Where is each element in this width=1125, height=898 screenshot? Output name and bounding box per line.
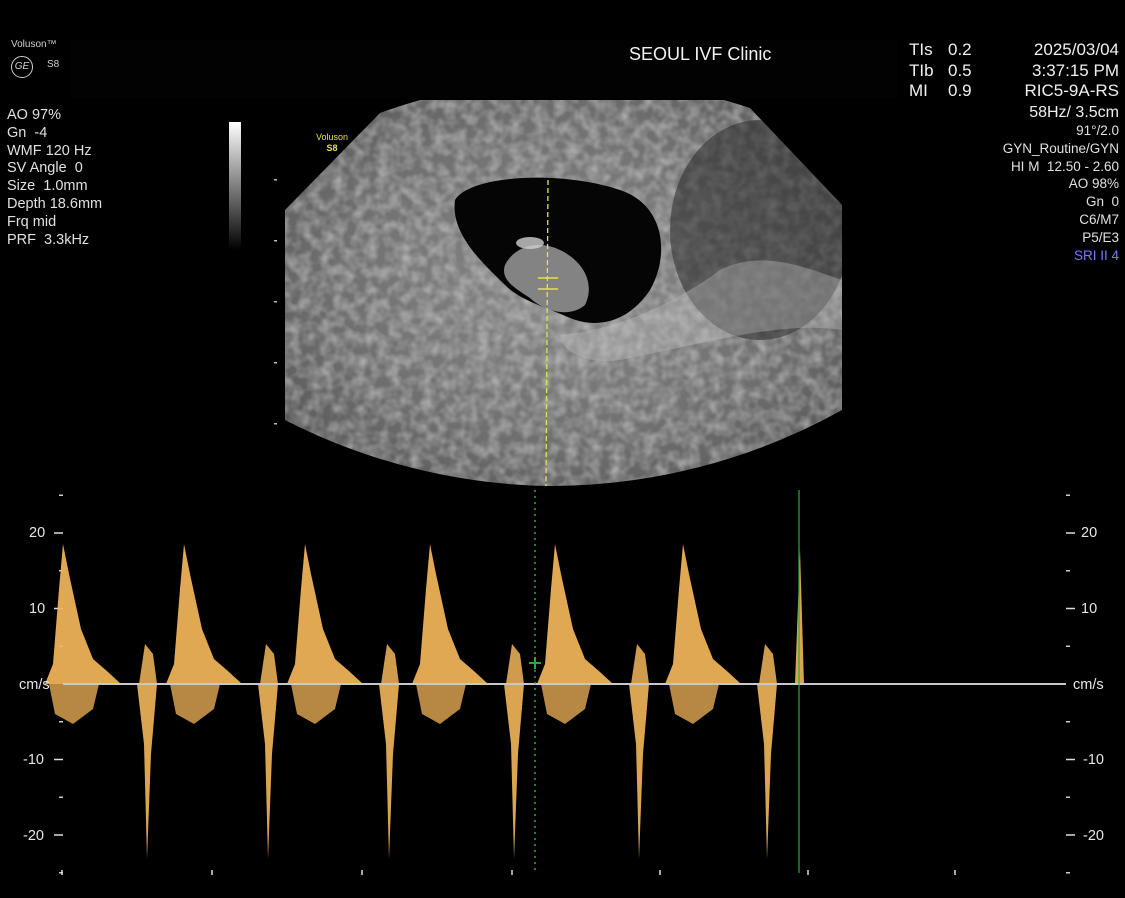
spectrum-negative-lobe: [49, 684, 99, 724]
spectrum-negative-lobe: [170, 684, 220, 724]
scale-right-minus20: -20: [1083, 828, 1104, 844]
image-brand-label: Voluson S8: [314, 132, 350, 154]
spectrum-systolic-peak: [537, 544, 613, 684]
grayscale-bar: [229, 122, 241, 250]
spectrum-reversal-spike: [379, 684, 399, 859]
scale-left-10: 10: [29, 601, 46, 617]
scale-left-minus10: -10: [23, 752, 44, 768]
spectrum-small-peak: [506, 644, 524, 684]
spectrum-systolic-peak: [45, 544, 121, 684]
depth-ticks: [274, 179, 277, 425]
spectrum-negative-lobe: [291, 684, 341, 724]
spectrum-negative-lobe: [669, 684, 719, 724]
scale-right-minus10: -10: [1083, 752, 1104, 768]
spectrum-systolic-peak: [166, 544, 242, 684]
image-brand: Voluson: [315, 132, 349, 142]
doppler-cursor-cross-icon: [529, 657, 541, 669]
spectrum-systolic-peak: [287, 544, 363, 684]
spectrum-reversal-spike: [258, 684, 278, 859]
spectrum-small-peak: [139, 644, 157, 684]
spectrum-negative-lobe: [416, 684, 466, 724]
scale-right-20: 20: [1081, 525, 1098, 541]
spectrum-small-peak: [631, 644, 649, 684]
scale-right-unit: cm/s: [1073, 677, 1104, 693]
image-model: S8: [326, 143, 338, 153]
doppler-spectrum-panel: [45, 490, 1075, 875]
ultrasound-display: [45, 100, 1075, 875]
scale-left-minus20: -20: [23, 828, 44, 844]
spectrum-reversal-spike: [137, 684, 157, 859]
spectrum-systolic-peak: [665, 544, 741, 684]
scale-right-10: 10: [1081, 601, 1098, 617]
spectrum-small-peak: [759, 644, 777, 684]
scale-left-20: 20: [29, 525, 46, 541]
spectrum-systolic-peak: [412, 544, 488, 684]
scale-left-unit: cm/s: [19, 677, 50, 693]
spectrum-reversal-spike: [504, 684, 524, 859]
spectrum-reversal-spike: [629, 684, 649, 859]
spectrum-negative-lobe: [541, 684, 591, 724]
bmode-sector: [285, 100, 842, 487]
spectrum-small-peak: [381, 644, 399, 684]
spectrum-reversal-spike: [757, 684, 777, 859]
spectrum-small-peak: [260, 644, 278, 684]
